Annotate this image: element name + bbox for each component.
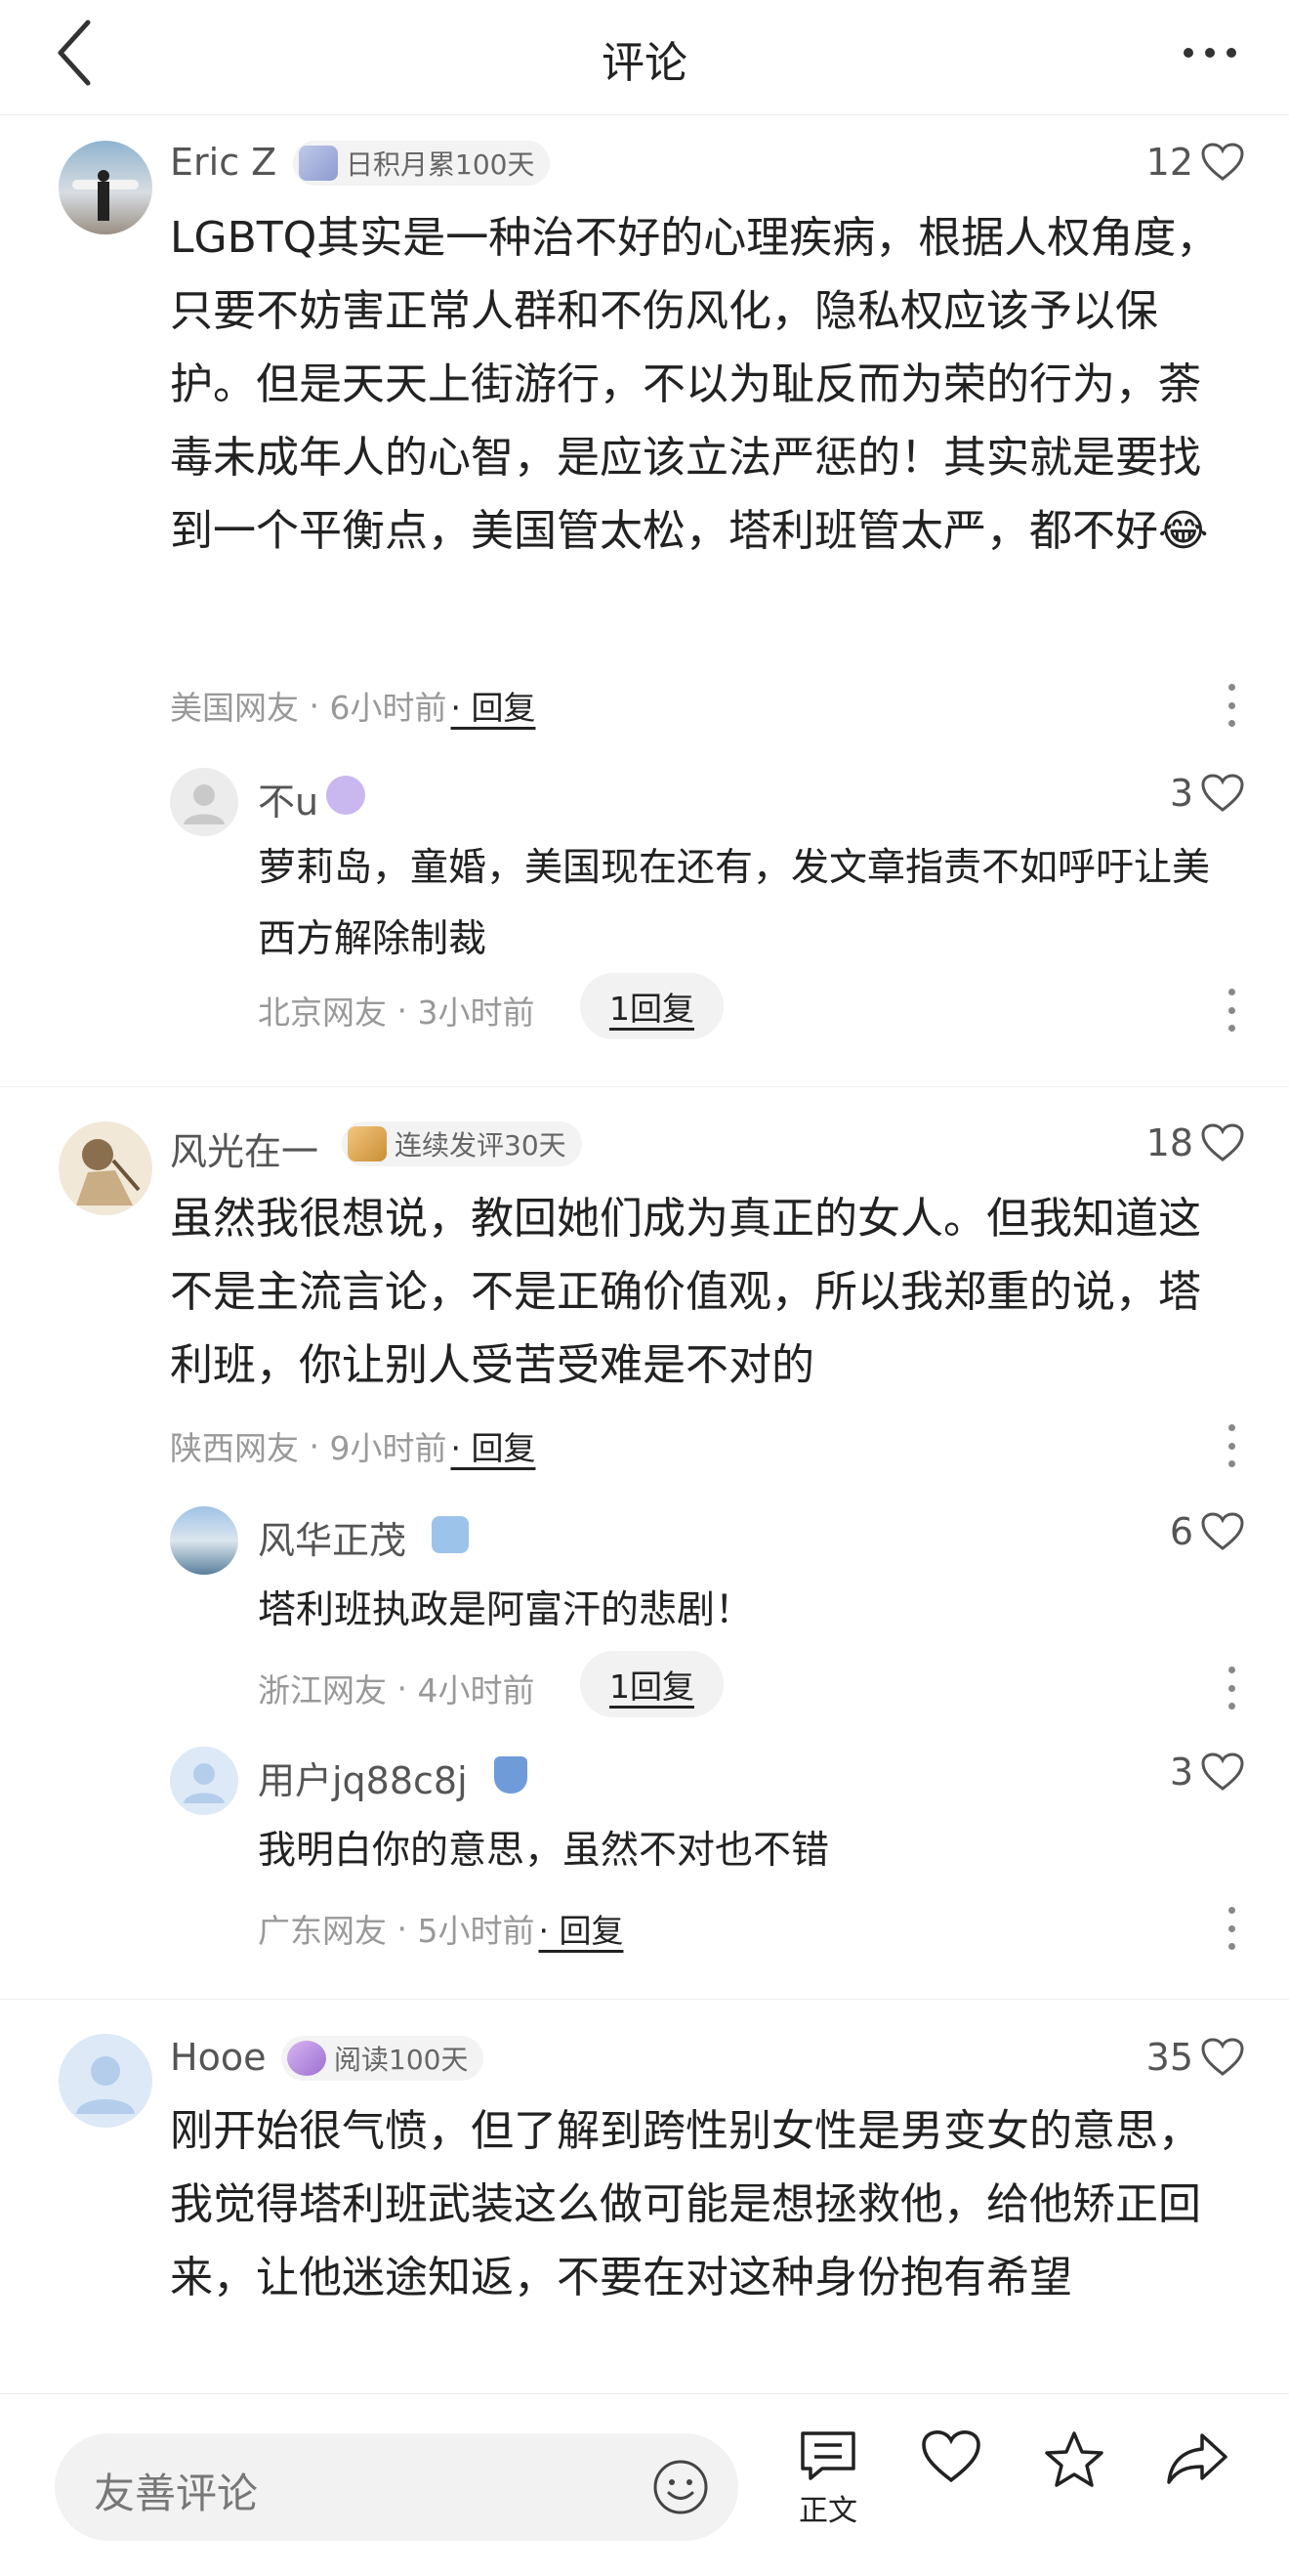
comment-username[interactable]: 风光在一 [170,1121,318,1175]
badge-label: 阅读100天 [334,2044,469,2076]
comment-time: 9小时前 [329,1429,447,1467]
reply-link[interactable]: · 回复 [538,1905,623,1952]
reply-time: 4小时前 [417,1671,535,1710]
like-button[interactable]: 3 [1170,1751,1244,1794]
avatar[interactable] [59,1121,152,1215]
avatar[interactable] [170,768,238,836]
avatar[interactable] [170,1506,238,1575]
like-count: 12 [1145,141,1193,184]
avatar[interactable] [59,141,152,234]
badge-icon [299,146,338,181]
comment-meta: 美国网友 · 6小时前 · 回复 [170,682,535,729]
heart-icon [1201,1123,1244,1161]
reply-meta: 广东网友 · 5小时前 · 回复 [258,1905,623,1952]
heart-icon [1201,143,1244,181]
like-button[interactable]: 6 [1170,1510,1244,1553]
like-button[interactable]: 12 [1146,141,1244,184]
reply-meta: 浙江网友 · 4小时前 [258,1665,534,1711]
heart-icon [1201,1753,1244,1791]
reply-username[interactable]: 风华正茂 [258,1510,406,1564]
more-button[interactable] [1176,33,1244,72]
divider [0,1999,1289,2000]
like-icon [922,2429,980,2483]
comment-username[interactable]: Hooe [170,2036,266,2079]
user-badge[interactable]: 连续发评30天 [342,1121,582,1166]
bottom-bar: 友善评论 正文 [0,2393,1289,2576]
reply-link[interactable]: · 回复 [450,1422,535,1469]
reply-text: 萝莉岛，童婚，美国现在还有，发文章指责不如呼吁让美西方解除制裁 [258,846,1211,961]
comment-text: LGBTQ其实是一种治不好的心理疾病，根据人权角度，只要不妨害正常人群和不伤风化… [170,213,1220,556]
more-options-button[interactable] [1225,1667,1238,1710]
badge-icon [348,1126,387,1161]
reply-username[interactable]: 用户jq88c8j [258,1751,468,1804]
reply-link[interactable]: · 回复 [450,682,535,729]
comment-username[interactable]: Eric Z [170,141,276,184]
reply-location: 北京网友 [258,993,387,1032]
comment-text: 虽然我很想说，教回她们成为真正的女人。但我知道这不是主流言论，不是正确价值观，所… [170,1194,1201,1390]
more-icon [1184,48,1236,58]
like-count: 6 [1169,1510,1193,1553]
reply-location: 浙江网友 [258,1671,387,1710]
comment-input[interactable]: 友善评论 [55,2433,738,2541]
like-article-button[interactable] [902,2429,1000,2484]
user-badge[interactable]: 阅读100天 [281,2036,484,2081]
comment-text: 刚开始很气愤，但了解到跨性别女性是男变女的意思，我觉得塔利班武装这么做可能是想拯… [170,2106,1201,2302]
more-options-button[interactable] [1225,684,1238,727]
like-button[interactable]: 18 [1146,1121,1244,1164]
user-badge-icon [432,1516,469,1553]
comment-location: 美国网友 [170,689,299,727]
divider [0,1086,1289,1087]
top-bar: 评论 [0,0,1289,115]
reply-meta: 北京网友 · 3小时前 [258,987,534,1034]
emoji-icon[interactable] [652,2459,709,2515]
like-count: 35 [1145,2036,1193,2079]
page-title: 评论 [602,38,687,88]
reply-location: 广东网友 [258,1912,387,1950]
like-count: 3 [1169,1751,1193,1794]
badge-icon [287,2041,326,2076]
comment-time: 6小时前 [329,689,447,727]
heart-icon [1201,2038,1244,2076]
reply-time: 3小时前 [417,993,535,1032]
share-icon [1167,2433,1227,2484]
article-button[interactable]: 正文 [779,2429,877,2529]
reply-text: 我明白你的意思，虽然不对也不错 [258,1829,830,1873]
favorite-button[interactable] [1025,2429,1123,2490]
star-icon [1045,2431,1103,2487]
like-button[interactable]: 3 [1170,772,1244,815]
reply-username[interactable]: 不u [258,772,318,825]
like-count: 3 [1169,772,1193,815]
like-button[interactable]: 35 [1146,2036,1244,2079]
reply-time: 5小时前 [417,1912,535,1950]
more-options-button[interactable] [1225,989,1238,1032]
reply-text: 塔利班执政是阿富汗的悲剧！ [258,1588,754,1632]
comment-input-placeholder: 友善评论 [94,2470,259,2517]
reply-count-button[interactable]: 1回复 [580,1651,724,1717]
more-options-button[interactable] [1225,1907,1238,1950]
heart-icon [1201,1512,1244,1550]
reply-count-button[interactable]: 1回复 [580,973,724,1039]
article-icon [801,2431,855,2480]
user-badge-icon [494,1756,527,1794]
article-label: 正文 [799,2494,857,2528]
comment-meta: 陕西网友 · 9小时前 · 回复 [170,1422,535,1469]
badge-label: 日积月累100天 [346,148,535,181]
more-options-button[interactable] [1225,1424,1238,1467]
share-button[interactable] [1148,2429,1246,2486]
avatar[interactable] [170,1747,238,1815]
heart-icon [1201,774,1244,812]
user-badge[interactable]: 日积月累100天 [293,141,551,186]
like-count: 18 [1145,1121,1193,1164]
user-badge-icon [326,776,365,815]
avatar[interactable] [59,2034,152,2128]
comment-location: 陕西网友 [170,1429,299,1467]
badge-label: 连续发评30天 [395,1129,566,1161]
